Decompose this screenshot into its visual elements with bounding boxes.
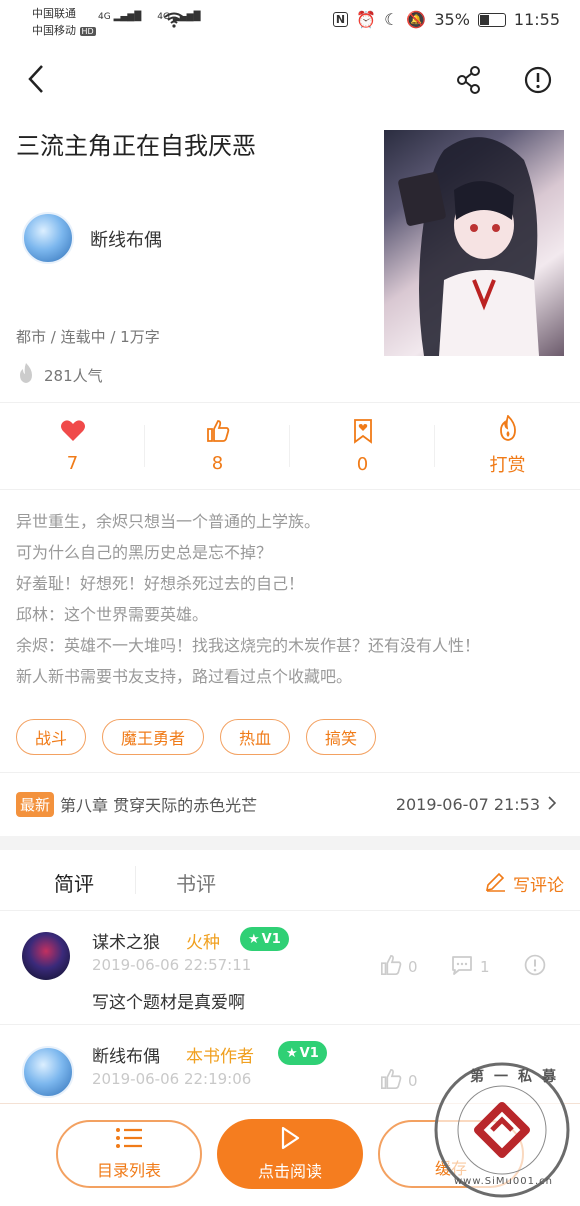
review-item[interactable]: 谋术之狼 火种 ★ V1 2019-06-06 22:57:11 0 1 写这个题… xyxy=(0,912,580,1025)
watermark-seal: 第一私募 www.SiMu001.cn xyxy=(432,1060,572,1200)
vip-badge: ★ V1 xyxy=(240,927,289,951)
report-icon[interactable] xyxy=(524,954,546,980)
back-icon[interactable] xyxy=(24,64,48,98)
play-icon xyxy=(279,1126,301,1154)
list-icon xyxy=(114,1127,144,1153)
thumbs-up-icon xyxy=(380,954,402,980)
catalog-button[interactable]: 目录列表 xyxy=(56,1120,202,1188)
watermark-text: 第一私募 xyxy=(470,1069,566,1085)
tag-item[interactable]: 战斗 xyxy=(16,719,87,755)
latest-chapter-title: 第八章 贯穿天际的赤色光芒 xyxy=(60,796,258,815)
status-bar: 中国联通 中国移动 HD 4G ▂▄▆█ 4G ▂▄▆█ N ⏰ ☾ 🔕 35%… xyxy=(0,0,580,44)
thumbs-stat[interactable]: 8 xyxy=(145,403,290,489)
reviewer-avatar[interactable] xyxy=(22,1046,74,1098)
new-badge: 最新 xyxy=(16,791,55,817)
report-icon[interactable] xyxy=(524,66,552,98)
book-cover[interactable] xyxy=(384,130,564,356)
moon-icon: ☾ xyxy=(384,10,399,29)
share-icon[interactable] xyxy=(456,66,482,98)
review-comment-button[interactable]: 1 xyxy=(450,954,490,980)
alarm-icon: ⏰ xyxy=(356,10,377,29)
mute-icon: 🔕 xyxy=(406,10,427,29)
reviewer-name[interactable]: 谋术之狼 xyxy=(92,928,160,953)
stats-row: 7 8 0 打赏 xyxy=(0,402,580,490)
tab-book-review[interactable]: 书评 xyxy=(176,868,216,897)
like-stat[interactable]: 7 xyxy=(0,403,145,489)
section-divider xyxy=(0,836,580,850)
tab-divider xyxy=(135,866,136,894)
pencil-icon xyxy=(485,870,507,897)
reviewer-title: 本书作者 xyxy=(186,1047,254,1067)
carrier-info: 中国联通 中国移动 HD xyxy=(32,7,96,37)
wifi-icon xyxy=(164,12,184,31)
thumbs-up-icon xyxy=(206,419,230,447)
status-right: N ⏰ ☾ 🔕 35% 11:55 xyxy=(332,10,560,29)
bookmark-stat[interactable]: 0 xyxy=(290,403,435,489)
review-tabs: 简评 书评 写评论 xyxy=(0,852,580,911)
review-like-button[interactable]: 0 xyxy=(380,954,418,980)
book-title: 三流主角正在自我厌恶 xyxy=(16,132,256,160)
star-icon: ★ xyxy=(248,931,260,947)
nfc-icon: N xyxy=(332,12,349,27)
flame-icon xyxy=(16,362,36,388)
comment-icon xyxy=(450,954,474,980)
latest-chapter-time: 2019-06-07 21:53 xyxy=(395,794,540,814)
latest-chapter[interactable]: 最新 第八章 贯穿天际的赤色光芒 2019-06-07 21:53 xyxy=(0,772,580,835)
author-avatar[interactable] xyxy=(22,212,74,264)
battery-icon xyxy=(477,12,506,27)
heart-icon xyxy=(60,419,86,447)
thumbs-up-icon xyxy=(380,1068,402,1094)
vip-badge: ★ V1 xyxy=(278,1041,327,1065)
review-like-button[interactable]: 0 xyxy=(380,1068,418,1094)
book-description: 异世重生，余烬只想当一个普通的上学族。 可为什么自己的黑历史总是忘不掉？ 好羞耻… xyxy=(16,512,481,686)
flame-icon xyxy=(497,414,519,445)
popularity: 281人气 xyxy=(16,362,103,388)
reviewer-avatar[interactable] xyxy=(22,932,70,980)
reviewer-name[interactable]: 断线布偶 xyxy=(92,1042,160,1067)
signal-group: 4G ▂▄▆█ 4G ▂▄▆█ xyxy=(98,12,201,22)
tag-item[interactable]: 热血 xyxy=(220,719,291,755)
hd-badge: HD xyxy=(79,27,96,36)
bookmark-icon xyxy=(352,418,374,448)
reviewer-title: 火种 xyxy=(186,933,220,953)
tag-item[interactable]: 搞笑 xyxy=(306,719,377,755)
tab-short-review[interactable]: 简评 xyxy=(54,868,94,897)
tag-list: 战斗 魔王勇者 热血 搞笑 xyxy=(16,719,377,755)
signal-icon: 4G ▂▄▆█ xyxy=(98,12,142,22)
chevron-right-icon xyxy=(548,795,557,814)
review-content: 写这个题材是真爱啊 xyxy=(92,993,245,1013)
watermark-url: www.SiMu001.cn xyxy=(454,1176,553,1187)
book-meta: 都市 / 连载中 / 1万字 xyxy=(16,328,160,346)
tag-item[interactable]: 魔王勇者 xyxy=(102,719,205,755)
author-name[interactable]: 断线布偶 xyxy=(90,226,162,252)
review-time: 2019-06-06 22:19:06 xyxy=(92,1070,252,1088)
review-time: 2019-06-06 22:57:11 xyxy=(92,956,252,974)
star-icon: ★ xyxy=(286,1045,298,1061)
write-review-button[interactable]: 写评论 xyxy=(485,870,564,897)
nav-bar xyxy=(0,52,580,108)
read-button[interactable]: 点击阅读 xyxy=(217,1119,363,1189)
reward-stat[interactable]: 打赏 xyxy=(435,403,580,489)
